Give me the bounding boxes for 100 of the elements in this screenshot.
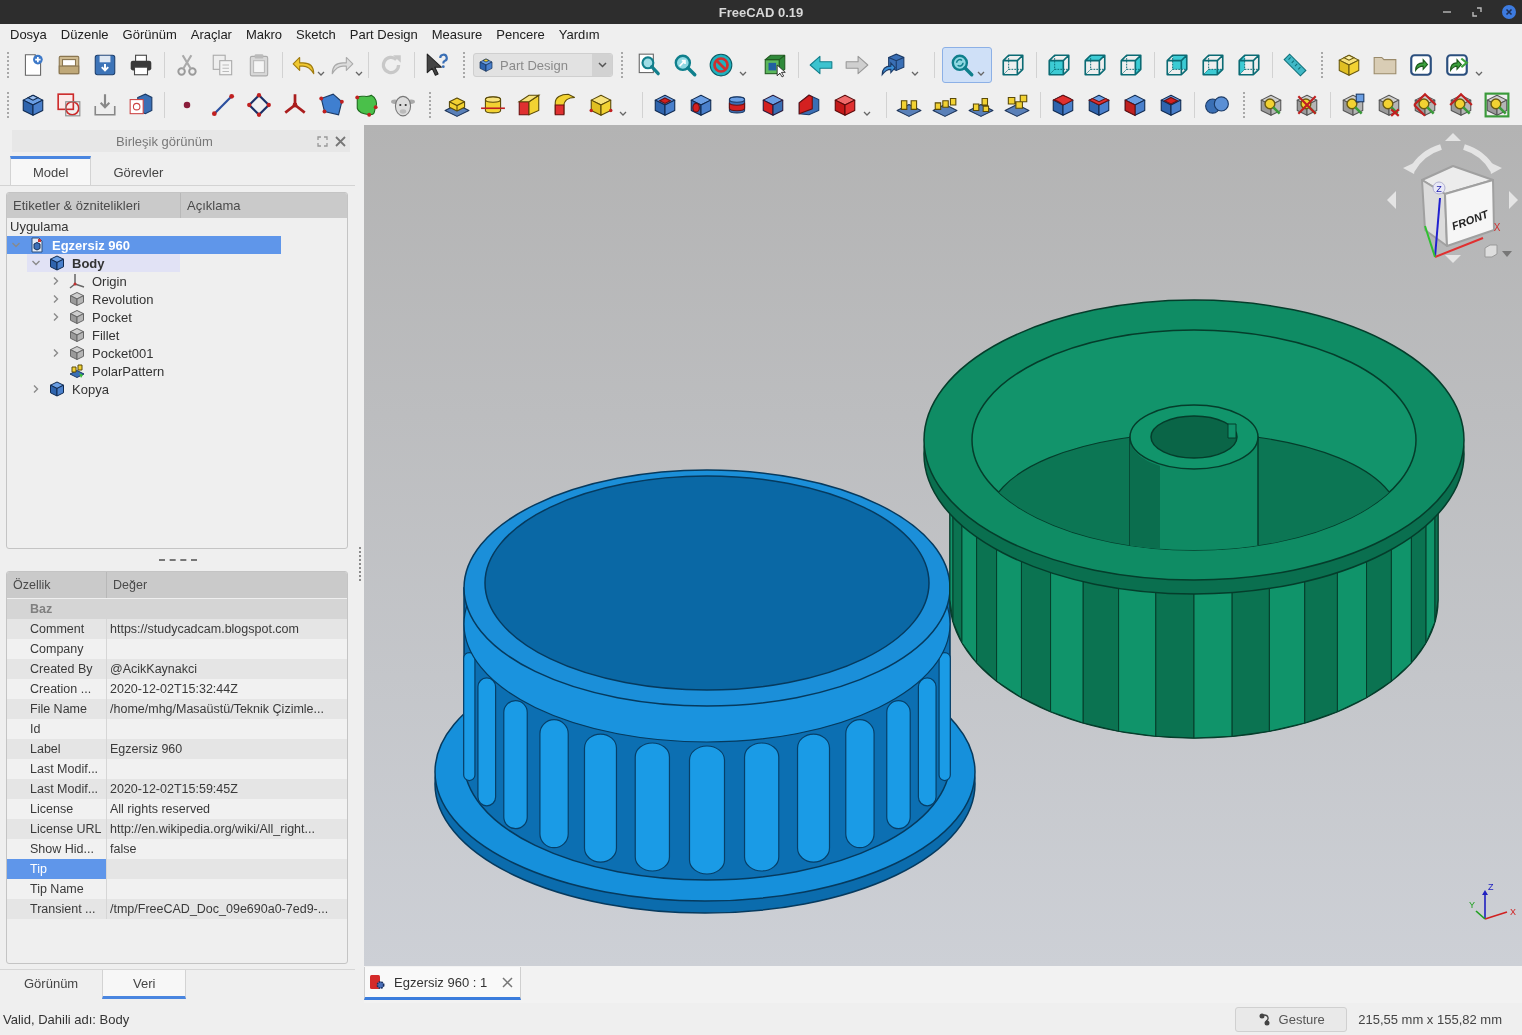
document-tab[interactable]: Egzersiz 960 : 1 — [364, 967, 522, 1000]
line-icon[interactable] — [210, 92, 236, 118]
magnifier-block-icon[interactable] — [1258, 92, 1284, 118]
tray-arrow-icon[interactable] — [92, 92, 118, 118]
no-sign-icon[interactable] — [708, 52, 734, 78]
tree-item[interactable]: Body — [27, 254, 180, 272]
close-icon[interactable] — [1502, 5, 1516, 19]
blob-shape-icon[interactable] — [354, 92, 380, 118]
save-icon[interactable] — [92, 52, 118, 78]
rounded-edge-block-icon[interactable] — [1050, 92, 1076, 118]
block-hole-icon[interactable] — [688, 92, 714, 118]
polygon-shape-icon[interactable] — [318, 92, 344, 118]
two-tone-block-icon[interactable] — [516, 92, 542, 118]
print-icon[interactable] — [128, 52, 154, 78]
small-cube-menu-icon[interactable] — [1484, 244, 1512, 258]
menu-item[interactable]: Makro — [238, 25, 290, 44]
cube-corners-icon[interactable] — [588, 92, 614, 118]
wireframe-cube-icon[interactable] — [1000, 52, 1026, 78]
menu-item[interactable]: Part Design — [342, 25, 425, 44]
caret-icon[interactable] — [739, 71, 747, 76]
gesture-icon — [1257, 1012, 1272, 1026]
cube-left-icon[interactable] — [1236, 52, 1262, 78]
menu-item[interactable]: Araçlar — [183, 25, 239, 44]
magnifier-arrow-icon[interactable] — [672, 52, 698, 78]
cube-bottom-icon[interactable] — [1200, 52, 1226, 78]
property-name[interactable]: Transient ... — [7, 899, 107, 919]
navigation-style-button[interactable]: Gesture — [1235, 1006, 1348, 1032]
column-header[interactable]: Özellik — [7, 572, 107, 598]
chevron-right-icon[interactable] — [52, 313, 60, 321]
hollow-block-icon[interactable] — [1158, 92, 1184, 118]
tree-item[interactable]: PolarPattern — [47, 362, 169, 380]
chevron-right-icon[interactable] — [32, 385, 40, 393]
tree-item[interactable]: Revolution — [47, 290, 158, 308]
cube-front-icon[interactable] — [1046, 52, 1072, 78]
cut-block-icon[interactable] — [760, 92, 786, 118]
magnifier-block-icon[interactable] — [1448, 92, 1474, 118]
caret-icon[interactable] — [863, 111, 871, 116]
block-icon — [69, 291, 85, 307]
chevron-right-icon[interactable] — [52, 277, 60, 285]
magnifier-block-icon[interactable] — [1484, 92, 1510, 118]
close-icon[interactable] — [502, 976, 514, 988]
tree-item[interactable]: Origin — [47, 272, 131, 290]
ruler-icon[interactable] — [1282, 52, 1308, 78]
face-block-icon[interactable] — [1122, 92, 1148, 118]
cube-arrow-icon[interactable] — [880, 52, 906, 78]
cube-top-icon[interactable] — [1082, 52, 1108, 78]
stepped-block-icon[interactable] — [1336, 52, 1362, 78]
cube-rear-icon[interactable] — [1164, 52, 1190, 78]
zoom-button[interactable] — [942, 47, 992, 83]
magnifier-block-icon[interactable] — [1376, 92, 1402, 118]
menu-item[interactable]: Measure — [424, 25, 490, 44]
menu-item[interactable]: Görünüm — [115, 25, 184, 44]
property-value: Egzersiz 960 — [109, 741, 184, 758]
column-header[interactable]: Değer — [107, 572, 347, 598]
chevron-right-icon[interactable] — [52, 349, 60, 357]
maximize-icon[interactable] — [1472, 7, 1482, 17]
bevel-block-icon[interactable] — [1086, 92, 1112, 118]
caret-icon[interactable] — [355, 71, 363, 76]
magnifier-block-icon[interactable] — [1294, 92, 1320, 118]
tree-item[interactable]: Pocket001 — [47, 344, 158, 362]
column-header[interactable]: Etiketler & öznitelikleri — [7, 193, 181, 218]
tree-item[interactable]: Fillet — [47, 326, 124, 344]
caret-icon[interactable] — [619, 111, 627, 116]
magnifier-page-icon[interactable] — [636, 52, 662, 78]
tree-item[interactable]: Kopya — [27, 380, 113, 398]
column-header[interactable]: Açıklama — [181, 193, 347, 218]
stepped-cube-icon[interactable] — [20, 92, 46, 118]
tree-item[interactable]: Pocket — [47, 308, 136, 326]
menu-item[interactable]: Sketch — [289, 25, 343, 44]
diamond-icon[interactable] — [246, 92, 272, 118]
menu-item[interactable]: Dosya — [3, 25, 54, 44]
splitter-handle[interactable] — [358, 547, 361, 581]
menu-item[interactable]: Düzenle — [53, 25, 116, 44]
close-icon[interactable] — [335, 135, 346, 147]
menu-item[interactable]: Pencere — [489, 25, 552, 44]
link-arrows-icon[interactable] — [1444, 52, 1470, 78]
blocks-plate-icon[interactable] — [1004, 92, 1030, 118]
chevron-right-icon[interactable] — [52, 295, 60, 303]
cursor-question-icon[interactable] — [424, 52, 450, 78]
navigation-cube[interactable] — [1421, 165, 1495, 258]
tab[interactable]: Görevler — [91, 156, 186, 185]
wedge-block-icon[interactable] — [796, 92, 822, 118]
menu-item[interactable]: Yardım — [551, 25, 607, 44]
splitter-handle[interactable] — [158, 559, 197, 561]
tab[interactable]: Görünüm — [0, 970, 103, 999]
magnifier-block-icon[interactable] — [1340, 92, 1366, 118]
cube-right-icon[interactable] — [1118, 52, 1144, 78]
property-value: All rights reserved — [109, 801, 212, 818]
caret-icon[interactable] — [911, 71, 919, 76]
tab[interactable]: Model — [10, 156, 92, 185]
solid-cube-icon[interactable] — [832, 92, 858, 118]
caret-icon[interactable] — [317, 71, 325, 76]
square-circle-icon[interactable] — [56, 92, 82, 118]
view-rotation-arrows[interactable] — [1387, 133, 1518, 263]
tab[interactable]: Veri — [102, 970, 187, 999]
block-recess-icon[interactable] — [652, 92, 678, 118]
magnifier-block-icon[interactable] — [1412, 92, 1438, 118]
caret-icon[interactable] — [1475, 71, 1483, 76]
curved-block-icon[interactable] — [552, 92, 578, 118]
cube-cursor-icon[interactable] — [762, 52, 788, 78]
